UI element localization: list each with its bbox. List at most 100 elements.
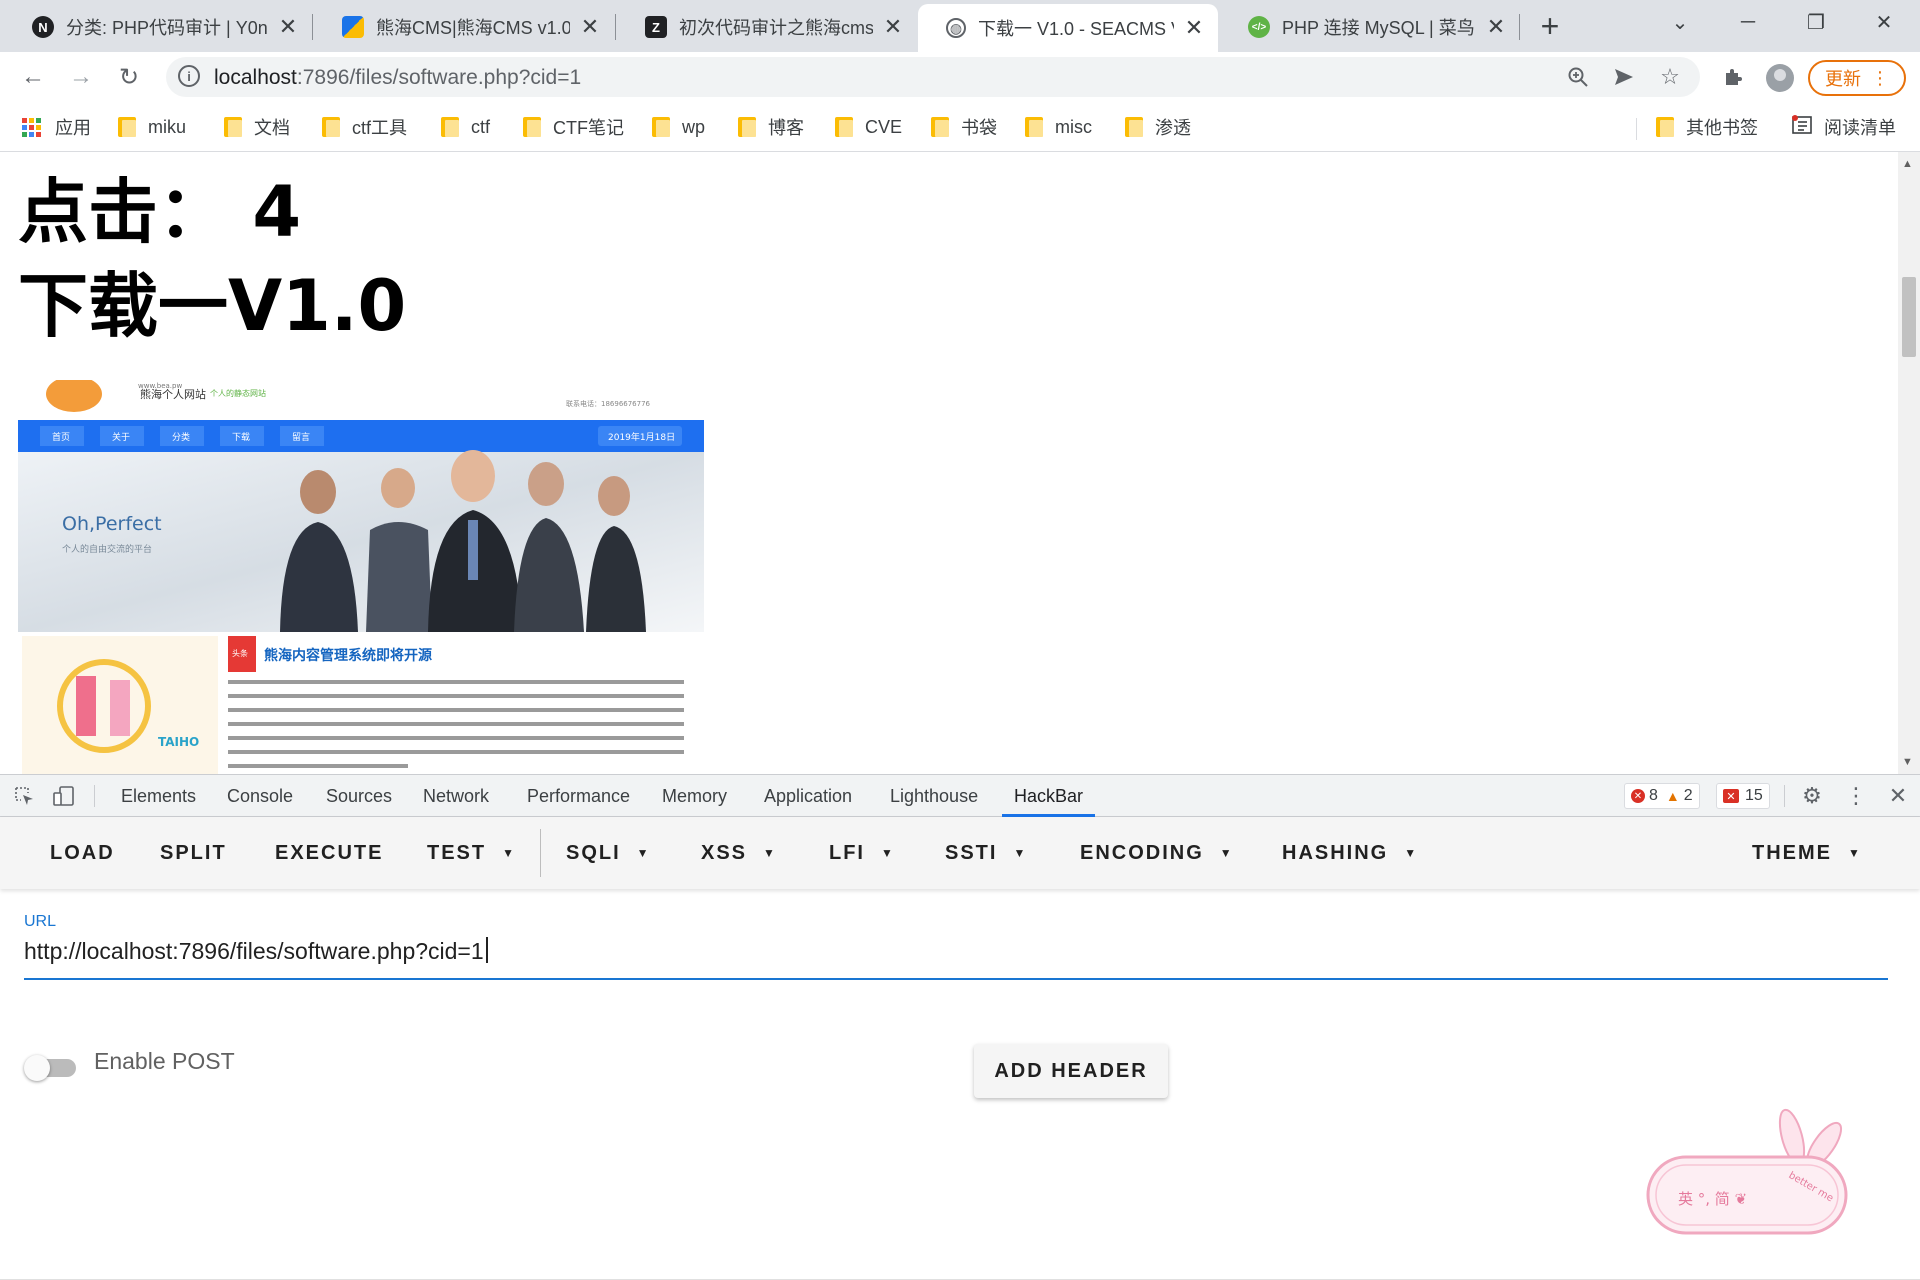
minimize-button[interactable]: ─ [1718, 0, 1778, 44]
issues-badge[interactable]: ✕ 15 [1716, 783, 1770, 809]
devtools-tab-network[interactable]: Network [423, 775, 489, 817]
xionghai-cms-icon [342, 16, 364, 38]
hackbar-divider [540, 829, 541, 877]
preview-nav-date: 2019年1月18日 [608, 431, 675, 443]
page-scrollbar[interactable]: ▲ ▼ [1898, 152, 1920, 774]
console-counts-badge[interactable]: ✕ 8 ▲ 2 [1624, 783, 1700, 809]
devtools-tab-hackbar[interactable]: HackBar [1002, 775, 1096, 817]
devtools-panel: Elements Console Sources Network Perform… [0, 774, 1920, 1280]
extensions-icon[interactable] [1718, 62, 1748, 92]
close-window-button[interactable]: ✕ [1854, 0, 1914, 44]
forward-button[interactable]: → [64, 60, 98, 94]
info-icon[interactable]: i [178, 65, 200, 87]
warning-icon: ▲ [1665, 788, 1680, 804]
address-bar[interactable]: i localhost:7896/files/software.php?cid=… [166, 57, 1700, 97]
hackbar-button-label: XSS [701, 841, 748, 864]
close-icon[interactable]: ✕ [883, 14, 903, 40]
bookmark-folder-miku[interactable]: miku [118, 112, 186, 142]
bookmark-label: miku [148, 116, 187, 137]
bookmark-folder-ctf-tools[interactable]: ctf工具 [322, 112, 407, 142]
back-button[interactable]: ← [16, 60, 50, 94]
restore-button[interactable]: ❐ [1786, 0, 1846, 44]
bookmark-folder-pentest[interactable]: 渗透 [1125, 112, 1191, 142]
new-tab-button[interactable]: + [1530, 6, 1570, 46]
devtools-tab-lighthouse[interactable]: Lighthouse [890, 775, 978, 817]
bookmark-folder-ctf[interactable]: ctf [441, 112, 490, 142]
bookmark-folder-blog[interactable]: 博客 [738, 112, 804, 142]
hackbar-encoding-menu[interactable]: ENCODING ▼ [1080, 817, 1232, 889]
bookmark-folder-ctf-notes[interactable]: CTF笔记 [523, 112, 624, 142]
tab-php-mysql[interactable]: </> PHP 连接 MySQL | 菜鸟 ✕ [1220, 2, 1520, 52]
click-count-heading: 点击： 4 [18, 171, 302, 253]
inspect-element-icon[interactable] [10, 783, 38, 809]
hackbar-split-button[interactable]: SPLIT [160, 817, 227, 889]
devtools-tab-bar: Elements Console Sources Network Perform… [0, 775, 1920, 817]
issue-count: 15 [1745, 787, 1763, 804]
devtools-tab-sources[interactable]: Sources [326, 775, 392, 817]
close-icon[interactable]: ✕ [1486, 14, 1506, 40]
more-options-icon[interactable]: ⋮ [1842, 783, 1870, 809]
send-icon[interactable] [1610, 63, 1638, 91]
close-icon[interactable]: ✕ [1184, 15, 1204, 41]
caret-down-icon: ▼ [636, 846, 649, 860]
star-icon[interactable]: ☆ [1656, 63, 1684, 91]
bookmark-folder-misc[interactable]: misc [1025, 112, 1092, 142]
scroll-down-arrow-icon[interactable]: ▼ [1902, 756, 1913, 768]
close-icon[interactable]: ✕ [580, 14, 600, 40]
tab-first-audit[interactable]: Z 初次代码审计之熊海cms ✕ [617, 2, 917, 52]
bookmark-folder-bookbag[interactable]: 书袋 [931, 112, 997, 142]
update-button[interactable]: 更新 ⋮ [1808, 60, 1906, 96]
address-url[interactable]: localhost:7896/files/software.php?cid=1 [214, 66, 581, 90]
tab-search-icon[interactable]: ⌄ [1650, 0, 1710, 44]
profile-avatar[interactable] [1766, 64, 1794, 92]
hackbar-button-label: HASHING [1282, 841, 1389, 864]
devtools-tab-console[interactable]: Console [227, 775, 293, 817]
devtools-tab-elements[interactable]: Elements [121, 775, 196, 817]
hackbar-lfi-menu[interactable]: LFI ▼ [829, 817, 893, 889]
url-input[interactable]: http://localhost:7896/files/software.php… [24, 937, 488, 965]
devtools-tab-application[interactable]: Application [764, 775, 852, 817]
hackbar-execute-button[interactable]: EXECUTE [275, 817, 383, 889]
hackbar-load-button[interactable]: LOAD [50, 817, 115, 889]
close-devtools-icon[interactable]: ✕ [1884, 783, 1912, 809]
reading-list[interactable]: 阅读清单 [1792, 112, 1896, 142]
zoom-icon[interactable] [1564, 63, 1592, 91]
settings-gear-icon[interactable]: ⚙ [1798, 783, 1826, 809]
hackbar-test-menu[interactable]: TEST ▼ [427, 817, 514, 889]
scrollbar-thumb[interactable] [1902, 277, 1916, 357]
enable-post-toggle[interactable] [24, 1049, 80, 1083]
hackbar-xss-menu[interactable]: XSS ▼ [701, 817, 775, 889]
error-icon: ✕ [1631, 789, 1645, 803]
caret-down-icon: ▼ [502, 846, 515, 860]
add-header-label: ADD HEADER [994, 1059, 1148, 1082]
hackbar-ssti-menu[interactable]: SSTI ▼ [945, 817, 1025, 889]
bookmark-other[interactable]: 其他书签 [1656, 112, 1758, 142]
add-header-button[interactable]: ADD HEADER [974, 1044, 1168, 1098]
preview-news-badge-label: 头条 [232, 648, 248, 658]
hackbar-theme-menu[interactable]: THEME ▼ [1752, 817, 1860, 889]
warning-count: 2 [1683, 787, 1693, 804]
folder-icon [224, 117, 242, 137]
reload-button[interactable]: ↻ [112, 60, 146, 94]
hackbar-button-label: SPLIT [160, 841, 227, 864]
bookmark-folder-cve[interactable]: CVE [835, 112, 902, 142]
devtools-tab-memory[interactable]: Memory [662, 775, 727, 817]
close-icon[interactable]: ✕ [278, 14, 298, 40]
scroll-up-arrow-icon[interactable]: ▲ [1902, 158, 1913, 170]
preview-phone: 联系电话：18696676776 [566, 399, 651, 408]
tab-php-audit[interactable]: N 分类: PHP代码审计 | Y0n ✕ [4, 2, 312, 52]
folder-icon [652, 117, 670, 137]
hackbar-sqli-menu[interactable]: SQLI ▼ [566, 817, 649, 889]
hackbar-hashing-menu[interactable]: HASHING ▼ [1282, 817, 1416, 889]
device-toolbar-icon[interactable] [50, 783, 78, 809]
bookmark-folder-docs[interactable]: 文档 [224, 112, 290, 142]
bookmark-folder-wp[interactable]: wp [652, 112, 705, 142]
devtools-tab-performance[interactable]: Performance [527, 775, 630, 817]
tab-seacms-download[interactable]: ◍ 下载一 V1.0 - SEACMS V ✕ [918, 4, 1218, 52]
bookmark-apps[interactable]: 应用 [22, 112, 91, 142]
tab-xionghai-cms[interactable]: 熊海CMS|熊海CMS v1.0 ✕ [314, 2, 614, 52]
bookmark-divider [1636, 118, 1637, 140]
bunny-sticker-decoration: 英 °, 简 ❦ better me [1640, 1095, 1880, 1245]
preview-nav-item: 分类 [172, 431, 190, 443]
caret-down-icon: ▼ [1404, 846, 1417, 860]
